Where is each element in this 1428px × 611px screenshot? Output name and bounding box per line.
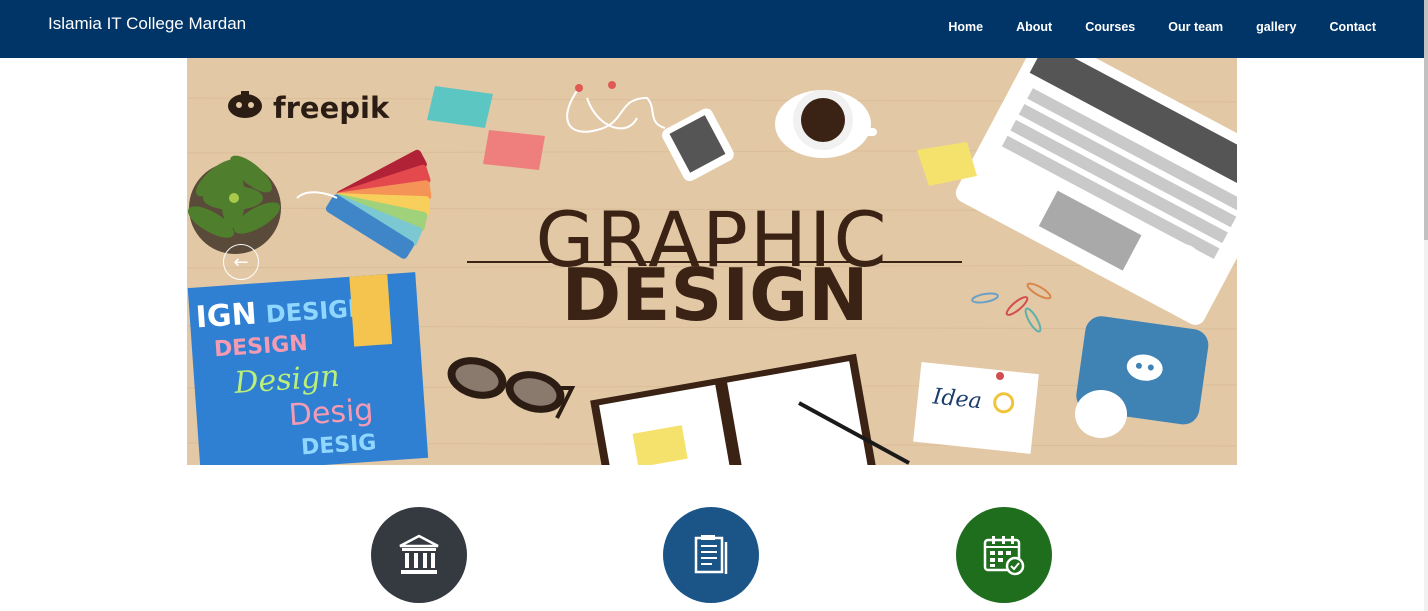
arrow-right-icon: → [1175,251,1191,273]
page-scrollbar-thumb[interactable] [1424,0,1428,240]
arrow-left-icon: ← [233,251,249,273]
calendar-check-icon [983,536,1025,576]
document-icon [694,535,728,574]
feature-documents[interactable] [663,507,759,603]
carousel-next-button[interactable]: → [1165,244,1201,280]
feature-schedule[interactable] [956,507,1052,603]
nav-our-team[interactable]: Our team [1168,20,1223,34]
main-nav: Home About Courses Our team gallery Cont… [915,20,1376,34]
svg-text:Desig: Desig [288,392,375,433]
hero-illustration: freepik GRAPHIC DESIGN IGN DESIGN DESIGN… [187,58,1237,465]
feature-institution[interactable] [371,507,467,603]
hero-headline-bottom: DESIGN [562,253,869,337]
hero-carousel: freepik GRAPHIC DESIGN IGN DESIGN DESIGN… [187,58,1237,465]
freepik-logo-text: freepik [273,91,390,125]
site-brand[interactable]: Islamia IT College Mardan [48,14,246,34]
idea-note-text: Idea [931,384,983,414]
nav-gallery[interactable]: gallery [1256,20,1296,34]
svg-text:Design: Design [232,359,341,401]
bank-icon [399,534,439,574]
top-navbar: Islamia IT College Mardan Home About Cou… [0,0,1424,58]
freepik-logo-icon: freepik [228,91,390,125]
nav-about[interactable]: About [1016,20,1052,34]
nav-home[interactable]: Home [948,20,983,34]
nav-courses[interactable]: Courses [1085,20,1135,34]
carousel-prev-button[interactable]: ← [223,244,259,280]
svg-text:IGN: IGN [195,296,258,335]
svg-text:DESIG: DESIG [300,430,377,460]
nav-contact[interactable]: Contact [1329,20,1376,34]
